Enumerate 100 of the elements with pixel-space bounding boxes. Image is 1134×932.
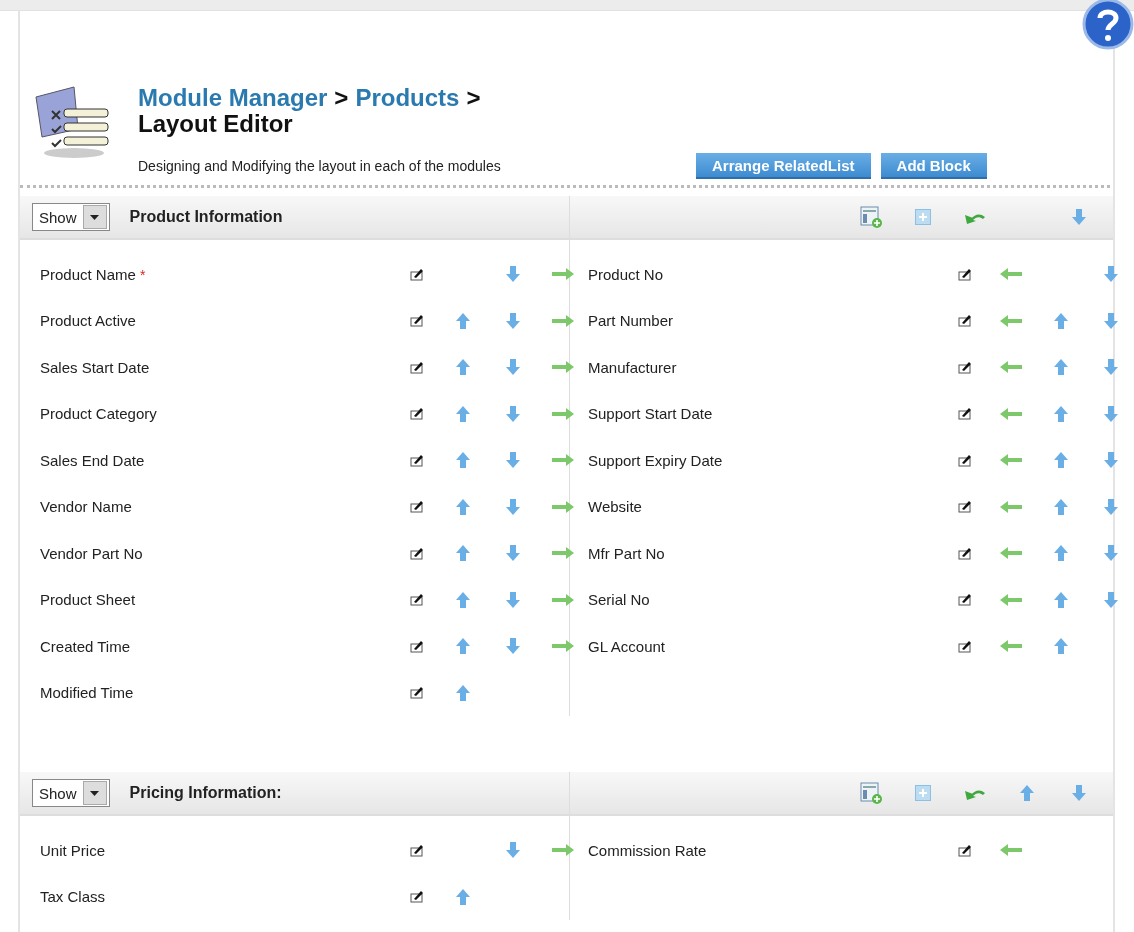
- edit-icon[interactable]: [410, 639, 424, 653]
- arrow-up-icon[interactable]: [1020, 785, 1034, 801]
- add-row-icon[interactable]: [915, 785, 931, 801]
- arrow-up-icon[interactable]: [456, 684, 470, 701]
- edit-icon[interactable]: [958, 453, 972, 467]
- arrow-down-icon[interactable]: [1104, 405, 1118, 422]
- arrow-up-icon[interactable]: [1054, 498, 1068, 515]
- edit-icon[interactable]: [958, 314, 972, 328]
- arrow-up-icon[interactable]: [1054, 591, 1068, 608]
- arrow-down-icon[interactable]: [506, 498, 520, 515]
- arrow-left-icon[interactable]: [999, 500, 1023, 513]
- edit-icon[interactable]: [410, 314, 424, 328]
- add-block-button[interactable]: Add Block: [880, 153, 987, 179]
- show-dropdown[interactable]: Show: [32, 203, 110, 231]
- arrow-left-icon[interactable]: [999, 844, 1023, 857]
- arrow-down-icon[interactable]: [506, 359, 520, 376]
- arrow-up-icon[interactable]: [456, 545, 470, 562]
- add-row-icon[interactable]: [915, 209, 931, 225]
- arrow-up-icon[interactable]: [456, 405, 470, 422]
- arrow-right-icon[interactable]: [551, 844, 575, 857]
- edit-icon[interactable]: [958, 546, 972, 560]
- edit-icon[interactable]: [410, 267, 424, 281]
- breadcrumb-separator: >: [334, 85, 349, 111]
- edit-icon[interactable]: [410, 407, 424, 421]
- arrow-right-icon[interactable]: [551, 407, 575, 420]
- breadcrumb-link[interactable]: Products: [355, 85, 460, 111]
- arrow-up-icon[interactable]: [1054, 545, 1068, 562]
- edit-icon[interactable]: [410, 890, 424, 904]
- arrow-up-icon[interactable]: [1054, 312, 1068, 329]
- arrow-right-icon[interactable]: [551, 314, 575, 327]
- arrow-down-icon[interactable]: [1104, 266, 1118, 283]
- arrow-left-icon[interactable]: [999, 314, 1023, 327]
- edit-icon[interactable]: [958, 267, 972, 281]
- help-icon[interactable]: [1082, 0, 1134, 50]
- arrow-right-icon[interactable]: [551, 500, 575, 513]
- arrow-right-icon[interactable]: [551, 268, 575, 281]
- edit-icon[interactable]: [958, 407, 972, 421]
- field-label: Sales Start Date: [40, 358, 150, 376]
- edit-icon[interactable]: [958, 360, 972, 374]
- arrow-right-icon[interactable]: [551, 547, 575, 560]
- arrow-left-icon[interactable]: [999, 454, 1023, 467]
- arrange-related-list-button[interactable]: Arrange RelatedList: [696, 153, 871, 179]
- arrow-right-icon[interactable]: [551, 454, 575, 467]
- edit-icon[interactable]: [410, 593, 424, 607]
- arrow-down-icon[interactable]: [1104, 452, 1118, 469]
- arrow-down-icon[interactable]: [1104, 312, 1118, 329]
- edit-icon[interactable]: [410, 360, 424, 374]
- arrow-up-icon[interactable]: [1054, 638, 1068, 655]
- arrow-down-icon[interactable]: [506, 638, 520, 655]
- arrow-up-icon[interactable]: [456, 452, 470, 469]
- breadcrumb-link[interactable]: Module Manager: [138, 85, 328, 111]
- arrow-up-icon[interactable]: [456, 591, 470, 608]
- field-label: Manufacturer: [588, 358, 677, 376]
- arrow-down-icon[interactable]: [506, 452, 520, 469]
- arrow-left-icon[interactable]: [999, 640, 1023, 653]
- add-field-icon[interactable]: [860, 782, 882, 804]
- arrow-down-icon[interactable]: [506, 842, 520, 859]
- edit-icon[interactable]: [410, 500, 424, 514]
- arrow-up-icon[interactable]: [456, 359, 470, 376]
- edit-icon[interactable]: [410, 686, 424, 700]
- edit-icon[interactable]: [410, 546, 424, 560]
- edit-icon[interactable]: [410, 453, 424, 467]
- edit-icon[interactable]: [410, 843, 424, 857]
- arrow-down-icon[interactable]: [1104, 591, 1118, 608]
- field-label: Vendor Name: [40, 498, 132, 516]
- arrow-down-icon[interactable]: [506, 591, 520, 608]
- arrow-up-icon[interactable]: [456, 498, 470, 515]
- arrow-down-icon[interactable]: [506, 405, 520, 422]
- arrow-down-icon[interactable]: [1104, 498, 1118, 515]
- arrow-left-icon[interactable]: [999, 268, 1023, 281]
- arrow-up-icon[interactable]: [456, 638, 470, 655]
- edit-icon[interactable]: [958, 500, 972, 514]
- arrow-left-icon[interactable]: [999, 361, 1023, 374]
- arrow-up-icon[interactable]: [1054, 452, 1068, 469]
- edit-icon[interactable]: [958, 639, 972, 653]
- field-label: Product No: [588, 265, 664, 283]
- arrow-down-icon[interactable]: [1104, 545, 1118, 562]
- arrow-up-icon[interactable]: [456, 312, 470, 329]
- field-label: Created Time: [40, 637, 131, 655]
- arrow-down-icon[interactable]: [506, 545, 520, 562]
- block-title: Product Information: [129, 208, 283, 226]
- add-field-icon[interactable]: [860, 206, 882, 228]
- arrow-up-icon[interactable]: [1054, 359, 1068, 376]
- arrow-down-icon[interactable]: [1072, 209, 1086, 225]
- arrow-left-icon[interactable]: [999, 593, 1023, 606]
- arrow-down-icon[interactable]: [506, 312, 520, 329]
- edit-icon[interactable]: [958, 593, 972, 607]
- arrow-up-icon[interactable]: [1054, 405, 1068, 422]
- arrow-up-icon[interactable]: [456, 888, 470, 905]
- arrow-left-icon[interactable]: [999, 547, 1023, 560]
- field-label: Mfr Part No: [588, 544, 665, 562]
- arrow-down-icon[interactable]: [1072, 785, 1086, 801]
- show-dropdown[interactable]: Show: [32, 779, 110, 807]
- arrow-right-icon[interactable]: [551, 361, 575, 374]
- arrow-right-icon[interactable]: [551, 640, 575, 653]
- arrow-right-icon[interactable]: [551, 593, 575, 606]
- edit-icon[interactable]: [958, 843, 972, 857]
- arrow-down-icon[interactable]: [1104, 359, 1118, 376]
- arrow-left-icon[interactable]: [999, 407, 1023, 420]
- arrow-down-icon[interactable]: [506, 266, 520, 283]
